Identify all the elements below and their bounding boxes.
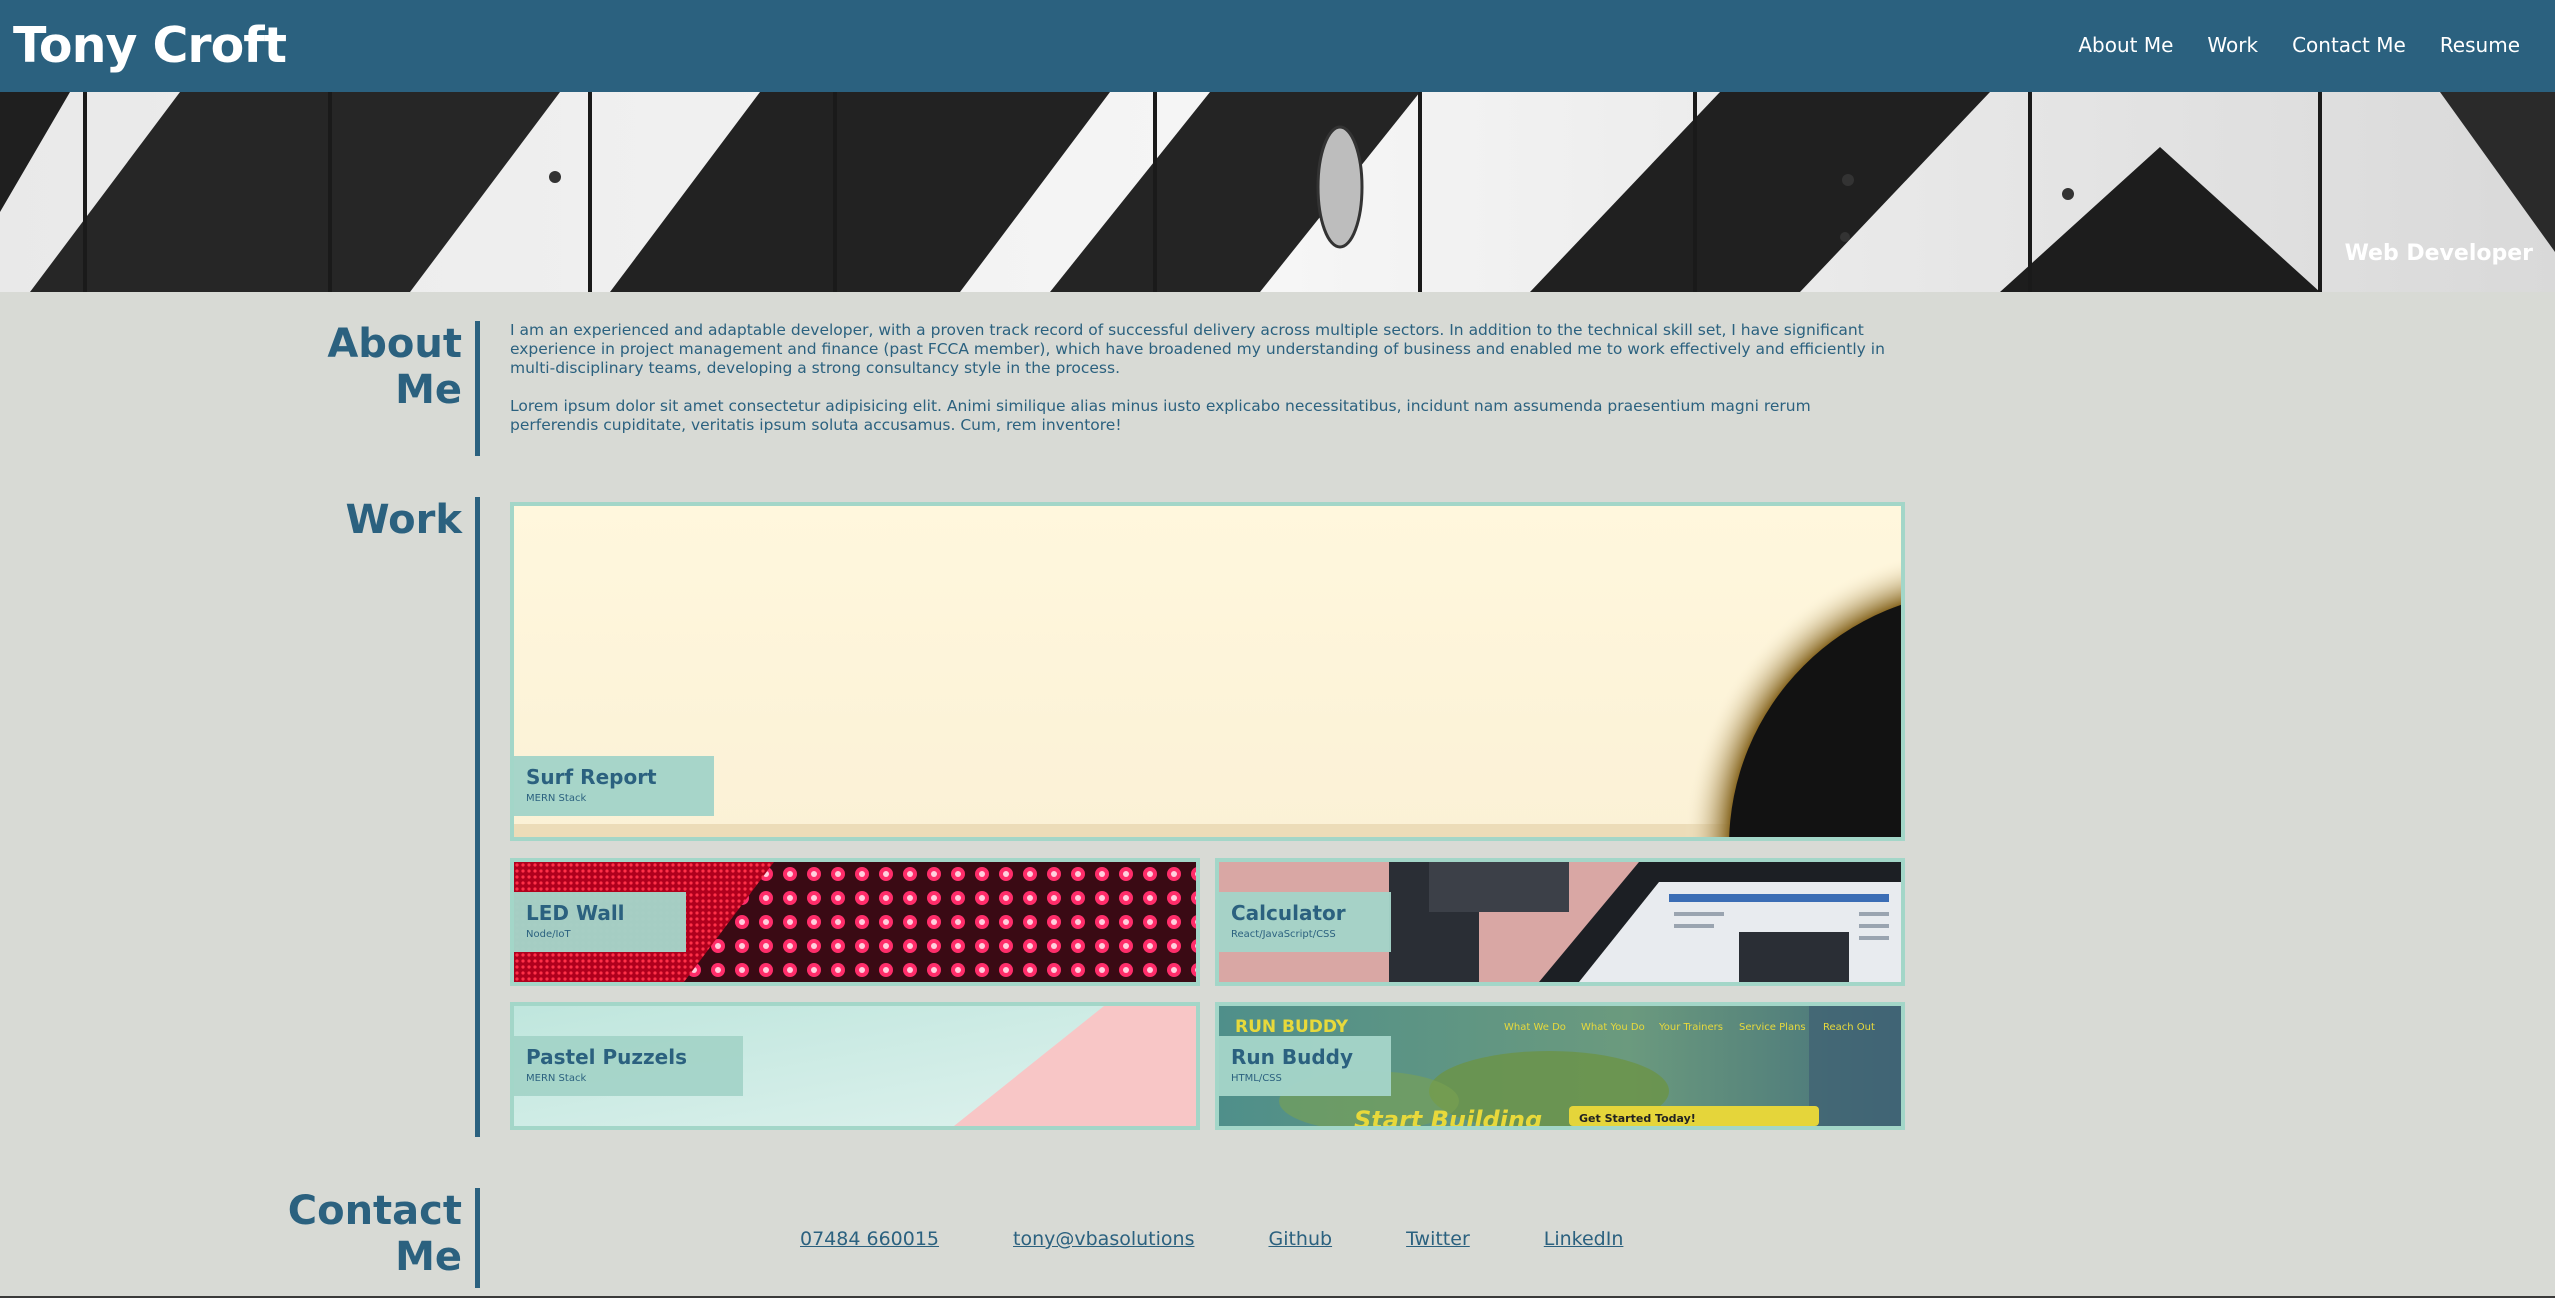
project-label: Pastel Puzzels MERN Stack	[514, 1036, 743, 1096]
project-card-pastel-puzzels[interactable]: Pastel Puzzels MERN Stack	[510, 1002, 1200, 1130]
about-title-line1: About	[327, 321, 462, 367]
project-card-led-wall[interactable]: LED Wall Node/IoT	[510, 858, 1200, 986]
site-title[interactable]: Tony Croft	[13, 14, 287, 78]
run-buddy-headline: Start Building	[1354, 1106, 1542, 1126]
project-name: Calculator	[1231, 901, 1346, 925]
project-name: Pastel Puzzels	[526, 1045, 687, 1069]
project-name: Run Buddy	[1231, 1045, 1353, 1069]
nav-resume-link[interactable]: Resume	[2440, 30, 2520, 60]
contact-twitter-link[interactable]: Twitter	[1406, 1225, 1470, 1253]
run-buddy-menu-item: Your Trainers	[1658, 1022, 1723, 1033]
about-section-title: About Me	[162, 321, 462, 413]
contact-title-line1: Contact	[287, 1188, 462, 1234]
run-buddy-menu-item: What You Do	[1581, 1022, 1645, 1033]
about-paragraph: Lorem ipsum dolor sit amet consectetur a…	[510, 397, 1811, 434]
project-name: Surf Report	[526, 765, 657, 789]
hero-banner: Web Developer	[0, 92, 2555, 292]
contact-divider	[475, 1188, 480, 1288]
run-buddy-brand: RUN BUDDY	[1235, 1017, 1349, 1037]
project-label: Run Buddy HTML/CSS	[1219, 1036, 1391, 1096]
project-label: Surf Report MERN Stack	[514, 756, 714, 816]
main-nav: About Me Work Contact Me Resume	[2078, 30, 2520, 60]
contact-phone-link[interactable]: 07484 660015	[800, 1225, 939, 1253]
project-tech: React/JavaScript/CSS	[1231, 929, 1336, 940]
run-buddy-menu-item: Service Plans	[1739, 1022, 1806, 1033]
surf-report-image	[514, 506, 1901, 837]
contact-email-link[interactable]: tony@vbasolutions	[1013, 1225, 1194, 1253]
project-tech: HTML/CSS	[1231, 1073, 1282, 1084]
about-paragraph: I am an experienced and adaptable develo…	[510, 321, 1885, 377]
work-divider	[475, 497, 480, 1137]
project-tech: MERN Stack	[526, 793, 587, 804]
project-label: LED Wall Node/IoT	[514, 892, 686, 952]
work-section-title: Work	[345, 497, 462, 543]
hero-wood-fence-image	[0, 92, 2555, 292]
about-title-line2: Me	[395, 367, 462, 413]
hero-caption: Web Developer	[2344, 241, 2533, 266]
project-card-calculator[interactable]: Calculator React/JavaScript/CSS	[1215, 858, 1905, 986]
run-buddy-menu-item: What We Do	[1504, 1022, 1566, 1033]
site-header: Tony Croft About Me Work Contact Me Resu…	[0, 0, 2555, 92]
project-name: LED Wall	[526, 901, 625, 925]
nav-work-link[interactable]: Work	[2207, 30, 2258, 60]
contact-github-link[interactable]: Github	[1268, 1225, 1332, 1253]
about-divider	[475, 321, 480, 456]
project-tech: MERN Stack	[526, 1073, 587, 1084]
project-tech: Node/IoT	[526, 929, 571, 940]
nav-about-link[interactable]: About Me	[2078, 30, 2173, 60]
project-card-run-buddy[interactable]: RUN BUDDY What We Do What You Do Your Tr…	[1215, 1002, 1905, 1130]
project-card-surf-report[interactable]: Surf Report MERN Stack	[510, 502, 1905, 841]
contact-title-line2: Me	[395, 1234, 462, 1280]
project-label: Calculator React/JavaScript/CSS	[1219, 892, 1391, 952]
contact-section-title: Contact Me	[162, 1188, 462, 1280]
contact-links: 07484 660015 tony@vbasolutions Github Tw…	[800, 1225, 1697, 1253]
about-text: I am an experienced and adaptable develo…	[510, 321, 1890, 454]
run-buddy-menu-item: Reach Out	[1823, 1022, 1875, 1033]
contact-linkedin-link[interactable]: LinkedIn	[1544, 1225, 1624, 1253]
run-buddy-cta: Get Started Today!	[1579, 1112, 1696, 1125]
nav-contact-link[interactable]: Contact Me	[2292, 30, 2406, 60]
